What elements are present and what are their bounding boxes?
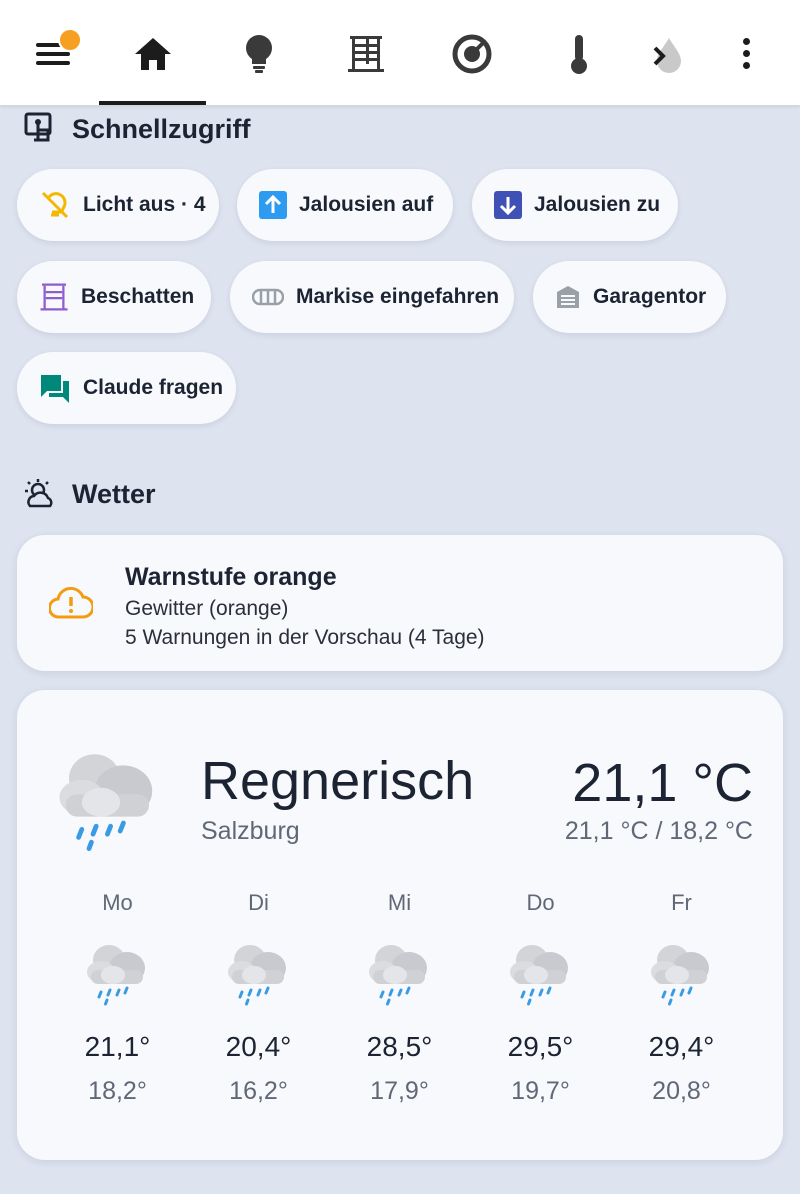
current-temperature: 21,1 °C: [572, 753, 753, 813]
forecast-low: 17,9°: [370, 1077, 429, 1105]
chip-label: Markise eingefahren: [296, 285, 500, 308]
forecast-low: 18,2°: [88, 1077, 147, 1105]
rainy-cloud-icon: [83, 940, 153, 1006]
chip-label: Claude fragen: [83, 376, 224, 399]
thermometer-icon: [571, 35, 587, 74]
chip-label: Licht aus · 4: [83, 193, 206, 216]
tab-home[interactable]: [103, 20, 203, 88]
window-shutter-icon: [40, 283, 68, 311]
rainy-cloud-icon: [365, 940, 435, 1006]
weather-warning-card[interactable]: Warnstufe orange Gewitter (orange) 5 War…: [17, 535, 783, 671]
top-app-bar: [0, 0, 800, 105]
forecast-day-name: Do: [526, 890, 555, 915]
chat-icon: [41, 375, 69, 403]
tab-shutters[interactable]: [316, 20, 416, 88]
arrow-down-box-icon: [494, 191, 522, 219]
forecast-day-name: Mo: [102, 890, 133, 915]
warning-title: Warnstufe orange: [125, 563, 337, 591]
water-icon: [653, 38, 681, 73]
forecast-low: 16,2°: [229, 1077, 288, 1105]
notification-badge: [58, 28, 82, 52]
touch-screen-icon: [24, 112, 52, 142]
forecast-high: 29,5°: [507, 1031, 574, 1062]
chip-garage[interactable]: Garagentor: [533, 261, 726, 333]
forecast-high: 29,4°: [648, 1031, 715, 1062]
chip-label: Jalousien zu: [534, 193, 661, 216]
chip-awning[interactable]: Markise eingefahren: [230, 261, 514, 333]
rainy-cloud-icon: [53, 746, 165, 852]
chip-label: Garagentor: [593, 285, 707, 308]
overflow-menu-button[interactable]: [730, 33, 764, 73]
chip-shade[interactable]: Beschatten: [17, 261, 211, 333]
tab-lights[interactable]: [209, 20, 309, 88]
gauge-icon: [452, 34, 492, 74]
tab-water[interactable]: [636, 20, 696, 88]
awning-icon: [252, 288, 284, 306]
chip-label: Jalousien auf: [299, 193, 434, 216]
weather-heading: Wetter: [24, 478, 156, 510]
forecast-day: Mo 21,1° 18,2°: [47, 890, 188, 1106]
tab-gauge[interactable]: [422, 20, 522, 88]
weather-forecast-card[interactable]: Regnerisch Salzburg 21,1 °C 21,1 °C / 18…: [17, 690, 783, 1160]
chip-blinds-down[interactable]: Jalousien zu: [472, 169, 678, 241]
forecast-day: Mi 28,5° 17,9°: [329, 890, 470, 1106]
section-title: Schnellzugriff: [72, 113, 251, 144]
weather-partly-cloudy-icon: [25, 479, 53, 508]
temperature-range: 21,1 °C / 18,2 °C: [564, 817, 753, 845]
forecast-day: Di 20,4° 16,2°: [188, 890, 329, 1106]
chip-blinds-up[interactable]: Jalousien auf: [237, 169, 453, 241]
forecast-day: Do 29,5° 19,7°: [470, 890, 611, 1106]
chip-lights-off[interactable]: Licht aus · 4: [17, 169, 219, 241]
location-name: Salzburg: [201, 817, 300, 845]
window-shutter-icon: [348, 36, 384, 72]
chip-label: Beschatten: [81, 285, 195, 308]
section-title: Wetter: [72, 478, 156, 509]
warning-detail: Gewitter (orange): [125, 597, 289, 620]
forecast-day-name: Di: [248, 890, 269, 915]
rainy-cloud-icon: [224, 940, 294, 1006]
home-icon: [135, 38, 171, 70]
lightbulb-icon: [246, 35, 272, 73]
forecast-high: 21,1°: [84, 1031, 151, 1062]
forecast-high: 20,4°: [225, 1031, 292, 1062]
arrow-up-box-icon: [259, 191, 287, 219]
active-tab-indicator: [99, 101, 206, 105]
forecast-day-name: Fr: [671, 890, 692, 915]
garage-icon: [557, 286, 579, 308]
forecast-low: 20,8°: [652, 1077, 711, 1105]
forecast-high: 28,5°: [366, 1031, 433, 1062]
forecast-day-name: Mi: [387, 890, 412, 915]
quick-access-heading: Schnellzugriff: [24, 112, 251, 146]
tab-climate[interactable]: [529, 20, 629, 88]
current-condition: Regnerisch: [201, 751, 475, 811]
rainy-cloud-icon: [647, 940, 717, 1006]
chip-ask-claude[interactable]: Claude fragen: [17, 352, 236, 424]
rainy-cloud-icon: [506, 940, 576, 1006]
forecast-low: 19,7°: [511, 1077, 570, 1105]
forecast-day: Fr 29,4° 20,8°: [611, 890, 752, 1106]
warning-preview: 5 Warnungen in der Vorschau (4 Tage): [125, 626, 485, 649]
lightbulb-off-icon: [41, 191, 69, 219]
cloud-alert-icon: [49, 587, 93, 619]
